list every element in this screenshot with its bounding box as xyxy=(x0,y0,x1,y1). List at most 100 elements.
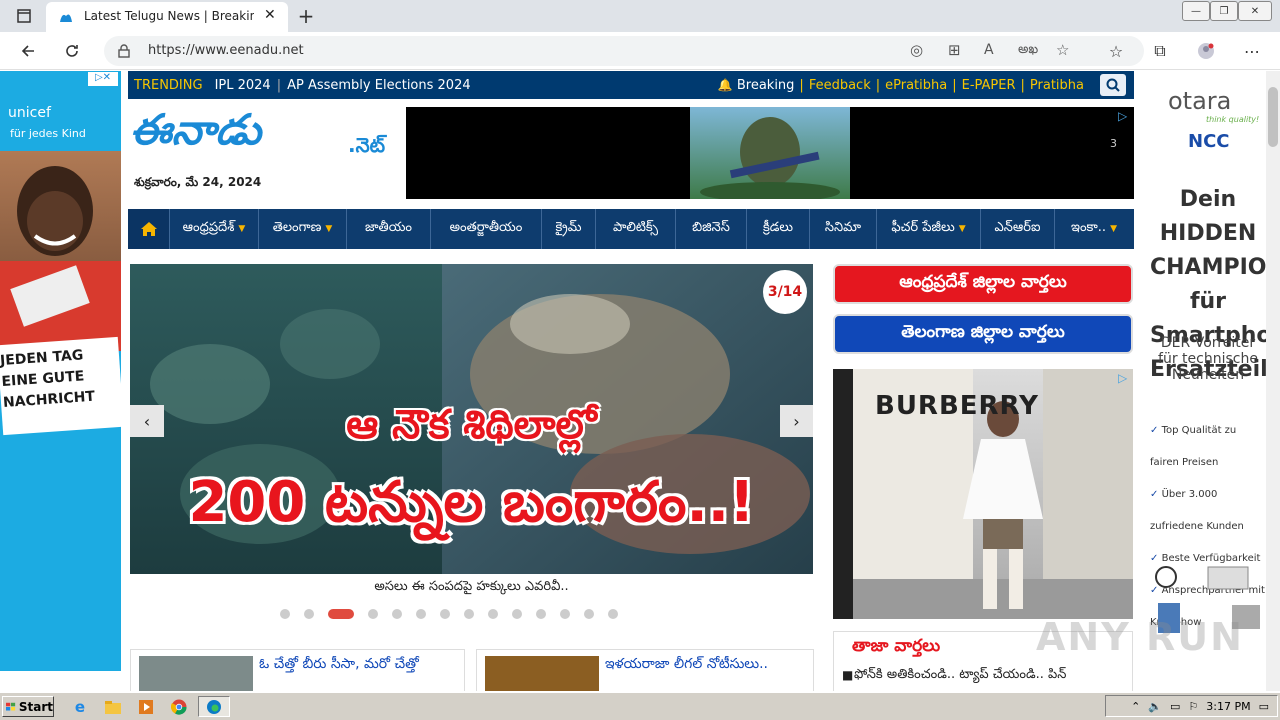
taskbar xyxy=(0,692,1280,720)
minimize-icon[interactable]: — xyxy=(1182,1,1210,21)
close-window-icon[interactable]: ✕ xyxy=(1238,1,1272,21)
site-logo[interactable]: ఈనాడు .నెట్ శుక్రవారం, మే 24, 2024 xyxy=(128,105,403,201)
search-button[interactable] xyxy=(1100,74,1126,96)
active-tab[interactable]: Latest Telugu News | Breaking Ne ✕ xyxy=(46,2,288,32)
news-card[interactable]: ఓ చేత్తో బీరు సీసా, మరో చేత్తో xyxy=(130,649,465,691)
restore-icon[interactable]: ❐ xyxy=(1210,1,1238,21)
profile-avatar-icon[interactable] xyxy=(1192,37,1220,65)
apps-icon[interactable]: ⊞ xyxy=(948,41,961,59)
game-ad-image xyxy=(690,107,850,202)
nav-item-telangana[interactable]: తెలంగాణ ▼ xyxy=(259,209,347,249)
ad-choices-icon[interactable]: ▷✕ xyxy=(88,72,118,86)
slider-prev-button[interactable]: ‹ xyxy=(130,405,164,437)
slider-dot[interactable] xyxy=(416,609,426,619)
slider-dot[interactable] xyxy=(368,609,378,619)
ts-districts-button[interactable]: తెలంగాణ జిల్లాల వార్తలు xyxy=(833,314,1133,354)
slider-dot[interactable] xyxy=(536,609,546,619)
lock-icon[interactable] xyxy=(118,43,130,62)
nav-item-business[interactable]: బిజినెస్ xyxy=(676,209,747,249)
clock[interactable]: 3:17 PM xyxy=(1206,700,1250,713)
ap-districts-button[interactable]: ఆంధ్రప్రదేశ్ జిల్లాల వార్తలు xyxy=(833,264,1133,304)
url-bar[interactable]: https://www.eenadu.net ◎ ⊞ A అఖ ☆ xyxy=(104,36,1144,66)
main-nav: ఆంధ్రప్రదేశ్ ▼ తెలంగాణ ▼ జాతీయం అంతర్జాతీయ… xyxy=(128,209,1134,249)
slider-dot[interactable] xyxy=(440,609,450,619)
top-link-epratibha[interactable]: ePratibha xyxy=(885,78,947,93)
nav-item-nri[interactable]: ఎన్‌ఆర్‌ఐ xyxy=(981,209,1055,249)
slider-dot[interactable] xyxy=(608,609,618,619)
left-ad-banner[interactable]: unicef für jedes Kind JEDEN TAG EINE GUT… xyxy=(0,71,121,671)
news-title[interactable]: ఓ చేత్తో బీరు సీసా, మరో చేత్తో xyxy=(259,656,459,675)
nav-item-sports[interactable]: క్రీడలు xyxy=(747,209,810,249)
tray-up-icon[interactable]: ⌃ xyxy=(1131,700,1140,713)
explorer-icon[interactable] xyxy=(101,696,125,717)
collections-icon[interactable]: ⧉ xyxy=(1146,37,1174,65)
slide-caption[interactable]: అసలు ఈ సంపదపై హక్కులు ఎవరివీ.. xyxy=(130,579,813,599)
nav-item-international[interactable]: అంతర్జాతీయం xyxy=(431,209,542,249)
ncc-logo: NCC xyxy=(1188,131,1230,152)
slider-dot[interactable] xyxy=(560,609,570,619)
page-scrollbar[interactable] xyxy=(1266,71,1280,691)
latest-news-item[interactable]: ఫోన్‌కి అతికించండి.. ట్యాప్ చేయండి.. పిన… xyxy=(854,667,1124,685)
new-tab-icon[interactable]: + xyxy=(292,2,320,30)
separator: | xyxy=(799,77,804,93)
top-link-breaking[interactable]: Breaking xyxy=(737,78,795,93)
show-desktop-icon[interactable]: ▭ xyxy=(1259,700,1269,713)
location-icon[interactable]: ◎ xyxy=(910,41,923,59)
slider-dot[interactable] xyxy=(464,609,474,619)
ad-bullet: ✓ Top Qualität zu fairen Preisen xyxy=(1150,425,1237,468)
add-favorite-icon[interactable]: ☆ xyxy=(1056,41,1069,59)
read-aloud-icon[interactable]: A xyxy=(984,42,994,58)
url-text[interactable]: https://www.eenadu.net xyxy=(148,43,304,58)
ad-choices-icon[interactable]: ▷ xyxy=(1118,371,1127,385)
side-ad-banner[interactable]: BURBERRY ▷ xyxy=(833,369,1133,619)
slide-headline-line1: ఆ నౌక శిథిలాల్లో xyxy=(346,402,597,448)
unicef-tagline: für jedes Kind xyxy=(10,127,86,140)
refresh-icon[interactable] xyxy=(58,37,86,65)
top-link-pratibha[interactable]: Pratibha xyxy=(1030,78,1084,93)
top-ad-banner[interactable]: 3 ▷ xyxy=(406,107,1134,202)
slider-next-button[interactable]: › xyxy=(780,405,813,437)
nav-item-cinema[interactable]: సినిమా xyxy=(810,209,877,249)
nav-item-more[interactable]: ఇంకా.. ▼ xyxy=(1055,209,1133,249)
nav-item-national[interactable]: జాతీయం xyxy=(347,209,431,249)
news-card[interactable]: ఇళయరాజా లీగల్ నోటీసులు.. xyxy=(476,649,814,691)
nav-item-crime[interactable]: క్రైమ్ xyxy=(542,209,596,249)
right-ad-banner[interactable]: otara think quality! NCC Dein HIDDEN CHA… xyxy=(1144,71,1266,671)
scrollbar-thumb[interactable] xyxy=(1268,87,1278,147)
tray-network-icon[interactable]: ▭ xyxy=(1170,700,1180,713)
news-title[interactable]: ఇళయరాజా లీగల్ నోటీసులు.. xyxy=(605,656,810,675)
slider-dot[interactable] xyxy=(328,609,354,619)
media-player-icon[interactable] xyxy=(134,696,158,717)
tab-close-icon[interactable]: ✕ xyxy=(264,7,276,23)
ie-icon[interactable]: e xyxy=(68,696,92,717)
top-link-epaper[interactable]: E-PAPER xyxy=(962,78,1016,93)
nav-item-andhra[interactable]: ఆంధ్రప్రదేశ్ ▼ xyxy=(170,209,259,249)
back-icon[interactable] xyxy=(14,37,42,65)
translate-icon[interactable]: అఖ xyxy=(1018,42,1038,60)
slide-counter: 3/14 xyxy=(763,270,807,314)
tray-flag-icon[interactable]: ⚐ xyxy=(1188,700,1198,713)
more-options-icon[interactable]: ⋯ xyxy=(1238,37,1266,65)
trending-item[interactable]: AP Assembly Elections 2024 xyxy=(287,78,471,93)
slider-dot[interactable] xyxy=(392,609,402,619)
slider-dot[interactable] xyxy=(584,609,594,619)
watermark: ANY RUN xyxy=(1036,615,1244,659)
start-button[interactable]: Start xyxy=(2,696,54,717)
slider-dot[interactable] xyxy=(280,609,290,619)
top-link-feedback[interactable]: Feedback xyxy=(809,78,871,93)
slider-dot[interactable] xyxy=(512,609,522,619)
tab-actions-icon[interactable] xyxy=(10,2,38,30)
ad-choices-icon[interactable]: ▷ xyxy=(1118,109,1127,123)
child-photo xyxy=(0,151,121,351)
slider-dot[interactable] xyxy=(304,609,314,619)
edge-taskbar-button[interactable] xyxy=(198,696,230,717)
slider-dot[interactable] xyxy=(488,609,498,619)
tray-volume-icon[interactable]: 🔈 xyxy=(1148,700,1162,713)
nav-item-politics[interactable]: పాలిటిక్స్ xyxy=(596,209,676,249)
nav-item-features[interactable]: ఫీచర్ పేజీలు ▼ xyxy=(877,209,981,249)
nav-home[interactable] xyxy=(128,209,170,249)
trending-item[interactable]: IPL 2024 xyxy=(215,78,271,93)
favorites-icon[interactable]: ☆ xyxy=(1102,37,1130,65)
news-slider[interactable]: ఆ నౌక శిథిలాల్లో 200 టన్నుల బంగారం..! 3/… xyxy=(130,264,813,574)
chrome-icon[interactable] xyxy=(167,696,191,717)
